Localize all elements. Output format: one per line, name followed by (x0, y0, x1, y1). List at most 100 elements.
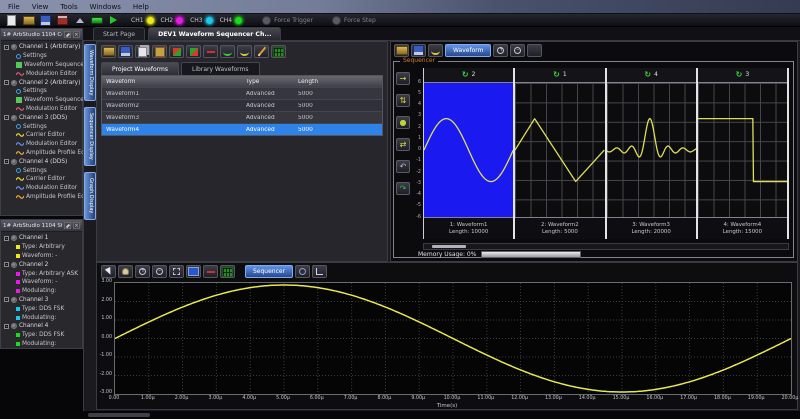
tree-item-modulation-editor[interactable]: Modulation Editor (1, 140, 82, 149)
tree-channel-channel-2-arbitrary[interactable]: -Channel 2 (Arbitrary) (1, 78, 82, 87)
cursor-button[interactable] (101, 265, 116, 278)
tree-item-modulation-editor[interactable]: Modulation Editor (1, 105, 82, 114)
expand-toggle[interactable]: - (4, 262, 9, 267)
segment-waveform-preview[interactable] (698, 83, 787, 217)
waveform-plot[interactable] (114, 282, 792, 395)
doc-tab-start-page[interactable]: Start Page (93, 27, 145, 40)
tree-item-carrier-editor[interactable]: Carrier Editor (1, 175, 82, 184)
segment-waveform-preview[interactable] (607, 83, 696, 217)
expand-toggle[interactable]: - (4, 115, 9, 120)
tree-item-waveform-sequencer[interactable]: Waveform Sequencer (1, 61, 82, 70)
table-row[interactable]: Waveform1Advanced5000 (102, 87, 382, 99)
new-file-button[interactable] (5, 15, 18, 26)
sequence-segment-1-waveform1[interactable]: ↻21: Waveform1Length: 10000 (424, 68, 515, 239)
expand-toggle[interactable]: - (4, 45, 9, 50)
expand-toggle[interactable]: - (4, 80, 9, 85)
status-item-waveform[interactable]: Waveform: - (1, 278, 82, 287)
table-row[interactable]: Waveform3Advanced5000 (102, 111, 382, 123)
zoom-window-button[interactable] (169, 265, 184, 278)
status-channel-channel-2[interactable]: -Channel 2 (1, 260, 82, 269)
table-row[interactable]: Waveform4Advanced5000 (102, 123, 382, 135)
fit-horizontal-button[interactable] (527, 44, 542, 57)
sequencer-toggle-button[interactable]: Sequencer (245, 265, 293, 278)
zoom-out-button[interactable] (510, 44, 525, 57)
menu-item-view[interactable]: View (32, 3, 49, 11)
remove-marker-button[interactable] (203, 265, 218, 278)
tab-project-waveforms[interactable]: Project Waveforms (101, 62, 179, 76)
status-item-type-arbitrary[interactable]: Type: Arbitrary (1, 243, 82, 252)
expand-toggle[interactable]: - (4, 324, 9, 329)
status-item-waveform[interactable]: Waveform: - (1, 252, 82, 261)
force-step-button[interactable]: Force Step (332, 16, 376, 25)
channel-ch4[interactable]: CH4 (220, 16, 244, 25)
status-channel-channel-4[interactable]: -Channel 4 (1, 322, 82, 331)
paste-button[interactable] (152, 45, 167, 58)
export-button[interactable] (186, 45, 201, 58)
edit-button[interactable] (254, 45, 269, 58)
connection-led-button[interactable] (90, 15, 103, 26)
horizontal-scrollbar-thumb[interactable] (88, 413, 150, 417)
force-trigger-button[interactable]: Force Trigger (262, 16, 313, 25)
autoscale-button[interactable] (295, 265, 310, 278)
burn-button[interactable] (56, 15, 69, 26)
side-tab-graph-display[interactable]: Graph Display (84, 172, 96, 219)
pin-button[interactable] (64, 31, 71, 38)
edit-wave-button[interactable] (428, 44, 443, 57)
channel-ch3[interactable]: CH3 (190, 16, 214, 25)
open-folder-button[interactable] (394, 44, 409, 57)
import-button[interactable] (169, 45, 184, 58)
tree-item-settings[interactable]: Settings (1, 166, 82, 175)
tree-item-amplitude-profile-editor[interactable]: Amplitude Profile Editor (1, 193, 82, 202)
expand-toggle[interactable]: - (4, 236, 9, 241)
column-header-waveform[interactable]: Waveform (102, 79, 242, 85)
tree-item-carrier-editor[interactable]: Carrier Editor (1, 131, 82, 140)
pan-button[interactable] (118, 265, 133, 278)
snapshot-button[interactable] (186, 265, 201, 278)
tree-item-waveform-sequencer[interactable]: Waveform Sequencer (1, 96, 82, 105)
open-folder-button[interactable] (22, 15, 35, 26)
save-button[interactable] (39, 15, 52, 26)
table-row[interactable]: Waveform2Advanced5000 (102, 99, 382, 111)
channel-ch2[interactable]: CH2 (161, 16, 185, 25)
waveform-toggle-button[interactable]: Waveform (445, 44, 491, 57)
tree-item-modulation-editor[interactable]: Modulation Editor (1, 184, 82, 193)
tree-item-amplitude-profile-editor[interactable]: Amplitude Profile Editor (1, 149, 82, 158)
tab-library-waveforms[interactable]: Library Waveforms (181, 62, 259, 76)
doc-tab-dev1-waveform-sequencer-ch[interactable]: DEV1 Waveform Sequencer Ch... (148, 27, 281, 40)
corner-cursor-button[interactable] (312, 265, 327, 278)
grid-button[interactable] (271, 45, 286, 58)
menu-item-tools[interactable]: Tools (60, 3, 77, 11)
play-button[interactable] (107, 15, 120, 26)
tree-item-modulation-editor[interactable]: Modulation Editor (1, 69, 82, 78)
sequence-segment-4-waveform4[interactable]: ↻34: Waveform4Length: 15000 (698, 68, 789, 239)
status-item-type-arbitrary-ask[interactable]: Type: Arbitrary ASK (1, 269, 82, 278)
tree-channel-channel-3-dds[interactable]: -Channel 3 (DDS) (1, 113, 82, 122)
side-tab-waveform-display[interactable]: Waveform Display (84, 44, 96, 101)
channel-ch1[interactable]: CH1 (131, 16, 155, 25)
segment-waveform-preview[interactable] (424, 83, 513, 217)
tree-channel-channel-4-dds[interactable]: -Channel 4 (DDS) (1, 157, 82, 166)
tree-item-settings[interactable]: Settings (1, 52, 82, 61)
status-item-type-dds-fsk[interactable]: Type: DDS FSK (1, 331, 82, 340)
close-button[interactable]: × (73, 31, 80, 38)
remove-button[interactable] (203, 45, 218, 58)
sequence-segment-3-waveform3[interactable]: ↻43: Waveform3Length: 20000 (607, 68, 698, 239)
grid-button[interactable] (220, 265, 235, 278)
tree-item-settings[interactable]: Settings (1, 122, 82, 131)
edit-wave-button[interactable] (237, 45, 252, 58)
menu-item-file[interactable]: File (8, 3, 20, 11)
status-channel-channel-1[interactable]: -Channel 1 (1, 234, 82, 243)
zoom-in-button[interactable] (135, 265, 150, 278)
expand-toggle[interactable]: - (4, 297, 9, 302)
pin-button[interactable] (64, 222, 71, 229)
status-item-modulating[interactable]: Modulating: (1, 340, 82, 349)
sequence-segment-2-waveform2[interactable]: ↻12: Waveform2Length: 5000 (515, 68, 606, 239)
status-item-modulating[interactable]: Modulating: (1, 287, 82, 296)
add-wave-button[interactable] (220, 45, 235, 58)
status-item-type-dds-fsk[interactable]: Type: DDS FSK (1, 304, 82, 313)
sequencer-scrollbar[interactable] (423, 243, 789, 250)
status-item-modulating[interactable]: Modulating: (1, 313, 82, 322)
save-button[interactable] (411, 44, 426, 57)
menu-item-windows[interactable]: Windows (90, 3, 121, 11)
copy-button[interactable] (135, 45, 150, 58)
